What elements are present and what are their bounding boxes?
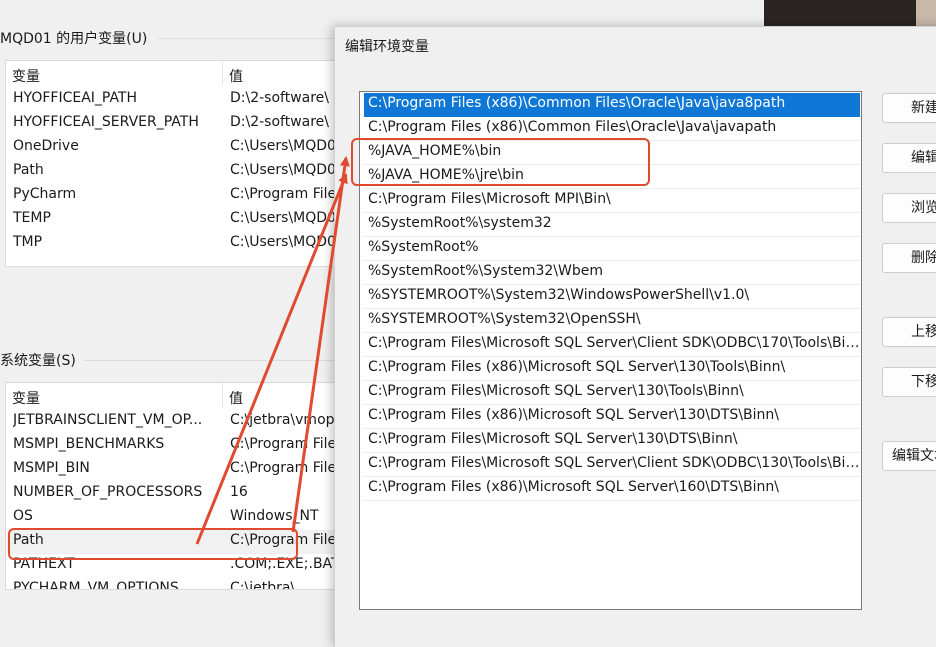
delete-button[interactable]: 删除(D) <box>882 243 936 273</box>
path-entry[interactable]: C:\Program Files\Microsoft SQL Server\Cl… <box>364 453 860 477</box>
table-row[interactable]: MSMPI_BIN C:\Program File <box>7 458 335 482</box>
column-header-name[interactable]: 变量 <box>12 66 40 86</box>
variable-value-cell: C:\Program File <box>230 460 336 476</box>
user-vars-list[interactable]: 变量 值 HYOFFICEAI_PATH D:\2-software\ HYOFFI… <box>5 60 336 267</box>
background-window-corner <box>764 0 936 26</box>
path-entry[interactable]: C:\Program Files (x86)\Common Files\Orac… <box>364 117 860 141</box>
dialog-title: 编辑环境变量 <box>345 39 429 55</box>
table-row[interactable]: OneDrive C:\Users\MQD0 <box>7 136 335 160</box>
path-entry[interactable]: C:\Program Files\Microsoft SQL Server\13… <box>364 381 860 405</box>
path-entry[interactable]: %JAVA_HOME%\jre\bin <box>364 165 860 189</box>
move-up-button[interactable]: 上移(U) <box>882 317 936 347</box>
variable-name-cell: NUMBER_OF_PROCESSORS <box>13 484 203 500</box>
column-header-name[interactable]: 变量 <box>12 388 40 408</box>
path-list[interactable]: C:\Program Files (x86)\Common Files\Orac… <box>359 91 862 610</box>
path-entry[interactable]: C:\Program Files (x86)\Microsoft SQL Ser… <box>364 357 860 381</box>
column-separator[interactable] <box>222 61 223 85</box>
user-vars-group-line <box>158 38 334 39</box>
table-row[interactable]: Path C:\Users\MQD0 <box>7 160 335 184</box>
path-entry[interactable]: %SystemRoot%\System32\Wbem <box>364 261 860 285</box>
path-entry[interactable]: %JAVA_HOME%\bin <box>364 141 860 165</box>
variable-name-cell: HYOFFICEAI_PATH <box>13 90 138 106</box>
variable-name-cell: Path <box>13 532 44 548</box>
system-vars-group-line <box>84 360 334 361</box>
variable-value-cell: .COM;.EXE;.BAT <box>230 556 336 572</box>
system-vars-list[interactable]: 变量 值 JETBRAINSCLIENT_VM_OP... C:\jetbra\v… <box>5 382 336 590</box>
path-entry[interactable]: C:\Program Files\Microsoft SQL Server\13… <box>364 429 860 453</box>
variable-name-cell: PYCHARM_VM_OPTIONS <box>13 580 179 590</box>
column-header-value[interactable]: 值 <box>229 66 243 86</box>
variable-name-cell: MSMPI_BIN <box>13 460 90 476</box>
edit-text-button[interactable]: 编辑文本(T)... <box>882 441 936 471</box>
variable-name-cell: MSMPI_BENCHMARKS <box>13 436 165 452</box>
table-row[interactable]: MSMPI_BENCHMARKS C:\Program File <box>7 434 335 458</box>
variable-name-cell: PyCharm <box>13 186 77 202</box>
variable-value-cell: C:\Program File <box>230 532 336 548</box>
new-button[interactable]: 新建(N) <box>882 93 936 123</box>
user-vars-header: 变量 值 <box>6 61 335 87</box>
variable-value-cell: C:\Users\MQD0 <box>230 162 336 178</box>
column-header-value[interactable]: 值 <box>229 388 243 408</box>
browse-button[interactable]: 浏览(B)... <box>882 193 936 223</box>
system-vars-header: 变量 值 <box>6 383 335 409</box>
variable-value-cell: C:\jetbra\ <box>230 580 296 590</box>
variable-name-cell: HYOFFICEAI_SERVER_PATH <box>13 114 199 130</box>
path-entry[interactable]: %SystemRoot%\system32 <box>364 213 860 237</box>
table-row[interactable]: PyCharm C:\Program File <box>7 184 335 208</box>
variable-value-cell: C:\Users\MQD0 <box>230 138 336 154</box>
path-entry[interactable]: C:\Program Files (x86)\Common Files\Orac… <box>364 93 860 117</box>
path-entry[interactable]: %SystemRoot% <box>364 237 860 261</box>
edit-button[interactable]: 编辑(E) <box>882 143 936 173</box>
variable-name-cell: JETBRAINSCLIENT_VM_OP... <box>13 412 203 428</box>
variable-name-cell: Path <box>13 162 44 178</box>
variable-name-cell: TEMP <box>13 210 51 226</box>
variable-value-cell: C:\Users\MQD0 <box>230 234 336 250</box>
table-row[interactable]: TMP C:\Users\MQD0 <box>7 232 335 256</box>
column-separator[interactable] <box>222 383 223 407</box>
variable-value-cell: Windows_NT <box>230 508 319 524</box>
variable-value-cell: D:\2-software\ <box>230 90 330 106</box>
path-entry[interactable]: C:\Program Files\Microsoft MPI\Bin\ <box>364 189 860 213</box>
table-row[interactable]: JETBRAINSCLIENT_VM_OP... C:\jetbra\vmop <box>7 410 335 434</box>
variable-value-cell: C:\Program File <box>230 186 336 202</box>
variable-name-cell: TMP <box>13 234 43 250</box>
table-row[interactable]: PATHEXT .COM;.EXE;.BAT <box>7 554 335 578</box>
variable-value-cell: C:\Users\MQD0 <box>230 210 336 226</box>
table-row[interactable]: PYCHARM_VM_OPTIONS C:\jetbra\ <box>7 578 335 590</box>
variable-value-cell: C:\Program File <box>230 436 336 452</box>
table-row[interactable]: Path C:\Program File <box>7 530 335 554</box>
table-row[interactable]: HYOFFICEAI_SERVER_PATH D:\2-software\ <box>7 112 335 136</box>
table-row[interactable]: NUMBER_OF_PROCESSORS 16 <box>7 482 335 506</box>
variable-name-cell: OS <box>13 508 33 524</box>
path-entry[interactable]: C:\Program Files (x86)\Microsoft SQL Ser… <box>364 405 860 429</box>
variable-name-cell: PATHEXT <box>13 556 75 572</box>
table-row[interactable]: HYOFFICEAI_PATH D:\2-software\ <box>7 88 335 112</box>
variable-value-cell: D:\2-software\ <box>230 114 330 130</box>
edit-env-dialog: 编辑环境变量 C:\Program Files (x86)\Common Fil… <box>334 26 936 647</box>
path-entry[interactable]: %SYSTEMROOT%\System32\OpenSSH\ <box>364 309 860 333</box>
system-vars-title: 系统变量(S) <box>0 353 76 369</box>
variable-name-cell: OneDrive <box>13 138 79 154</box>
path-entry[interactable]: C:\Program Files (x86)\Microsoft SQL Ser… <box>364 477 860 501</box>
variable-value-cell: C:\jetbra\vmop <box>230 412 335 428</box>
path-entry[interactable]: %SYSTEMROOT%\System32\WindowsPowerShell\… <box>364 285 860 309</box>
user-vars-title: MQD01 的用户变量(U) <box>0 31 148 47</box>
move-down-button[interactable]: 下移(O) <box>882 367 936 397</box>
variable-value-cell: 16 <box>230 484 248 500</box>
table-row[interactable]: TEMP C:\Users\MQD0 <box>7 208 335 232</box>
table-row[interactable]: OS Windows_NT <box>7 506 335 530</box>
path-entry[interactable]: C:\Program Files\Microsoft SQL Server\Cl… <box>364 333 860 357</box>
